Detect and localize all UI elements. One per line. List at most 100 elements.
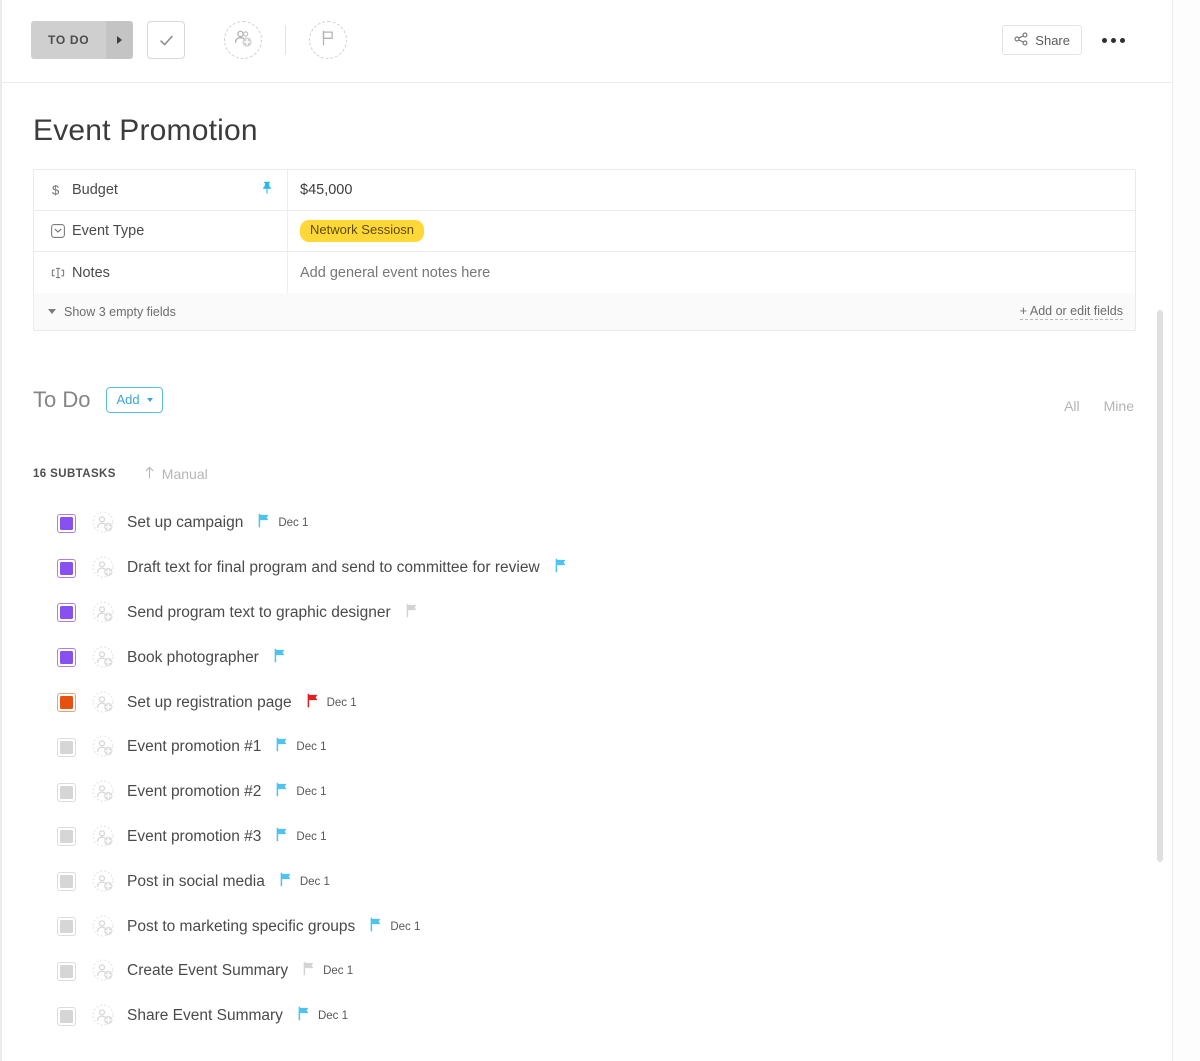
subtask-assignee-button[interactable] <box>92 691 116 715</box>
add-subtask-button[interactable]: Add <box>106 387 162 413</box>
subtask-status-box[interactable] <box>57 514 76 533</box>
caret-right-icon[interactable] <box>106 21 133 59</box>
subtask-name[interactable]: Draft text for final program and send to… <box>127 559 540 577</box>
flag-icon[interactable] <box>273 648 287 668</box>
pin-icon[interactable] <box>261 181 273 200</box>
subtask-assignee-button[interactable] <box>92 959 116 983</box>
flag-icon[interactable] <box>297 1006 311 1026</box>
todo-section-header: To Do Add <box>33 387 163 413</box>
subtask-due[interactable] <box>554 558 568 578</box>
flag-icon[interactable] <box>554 558 568 578</box>
subtask-row[interactable]: Book photographer <box>2 635 1172 680</box>
subtask-row[interactable]: Post to marketing specific groups Dec 1 <box>2 904 1172 949</box>
subtask-row[interactable]: Post in social media Dec 1 <box>2 859 1172 904</box>
subtask-status-box[interactable] <box>57 738 76 757</box>
flag-icon[interactable] <box>275 737 289 757</box>
flag-icon[interactable] <box>306 693 320 713</box>
vertical-scrollbar[interactable] <box>1157 310 1163 862</box>
subtask-status-box[interactable] <box>57 872 76 891</box>
status-fill <box>60 965 73 978</box>
subtask-assignee-button[interactable] <box>92 825 116 849</box>
subtask-name[interactable]: Share Event Summary <box>127 1007 283 1025</box>
subtask-name[interactable]: Set up registration page <box>127 694 292 712</box>
subtask-assignee-button[interactable] <box>92 511 116 535</box>
subtask-row[interactable]: Share Event Summary Dec 1 <box>2 994 1172 1039</box>
flag-icon[interactable] <box>275 782 289 802</box>
subtask-row[interactable]: Set up campaign Dec 1 <box>2 501 1172 546</box>
subtask-due[interactable]: Dec 1 <box>306 693 357 713</box>
status-dropdown[interactable]: TO DO <box>31 21 133 59</box>
sort-control[interactable]: Manual <box>144 466 208 482</box>
subtask-name[interactable]: Set up campaign <box>127 514 243 532</box>
custom-field-value[interactable]: Network Sessiosn <box>288 211 1135 251</box>
subtask-name[interactable]: Post to marketing specific groups <box>127 918 355 936</box>
subtask-assignee-button[interactable] <box>92 915 116 939</box>
subtask-assignee-button[interactable] <box>92 735 116 759</box>
custom-field-row[interactable]: Notes Add general event notes here <box>34 252 1135 293</box>
mark-complete-button[interactable] <box>147 21 185 59</box>
subtask-assignee-button[interactable] <box>92 870 116 894</box>
subtask-row[interactable]: Event promotion #1 Dec 1 <box>2 725 1172 770</box>
custom-field-row[interactable]: Event Type Network Sessiosn <box>34 211 1135 252</box>
subtask-status-box[interactable] <box>57 827 76 846</box>
custom-field-value[interactable]: Add general event notes here <box>288 252 1135 293</box>
header-left-controls: TO DO <box>31 21 347 59</box>
subtask-row[interactable]: Set up registration page Dec 1 <box>2 680 1172 725</box>
add-assignee-button[interactable] <box>224 21 262 59</box>
subtask-status-box[interactable] <box>57 603 76 622</box>
subtask-row[interactable]: Event promotion #3 Dec 1 <box>2 815 1172 860</box>
subtask-row[interactable]: Create Event Summary Dec 1 <box>2 949 1172 994</box>
subtask-name[interactable]: Book photographer <box>127 649 259 667</box>
subtask-due[interactable]: Dec 1 <box>275 827 326 847</box>
show-empty-fields-toggle[interactable]: Show 3 empty fields <box>48 305 176 319</box>
subtask-name[interactable]: Event promotion #1 <box>127 738 261 756</box>
scrollbar-thumb[interactable] <box>1157 310 1163 862</box>
subtask-status-box[interactable] <box>57 1007 76 1026</box>
subtask-due[interactable]: Dec 1 <box>302 961 353 981</box>
subtask-due[interactable] <box>273 648 287 668</box>
subtask-row[interactable]: Send program text to graphic designer <box>2 591 1172 636</box>
subtask-row[interactable]: Event promotion #2 Dec 1 <box>2 770 1172 815</box>
flag-icon[interactable] <box>275 827 289 847</box>
subtask-due[interactable]: Dec 1 <box>369 917 420 937</box>
subtask-status-box[interactable] <box>57 917 76 936</box>
add-or-edit-fields-button[interactable]: + Add or edit fields <box>1020 304 1123 320</box>
filter-tab-mine[interactable]: Mine <box>1104 398 1134 414</box>
add-assignee-icon <box>231 26 255 55</box>
subtask-status-box[interactable] <box>57 693 76 712</box>
subtask-status-box[interactable] <box>57 962 76 981</box>
filter-tab-all[interactable]: All <box>1064 398 1080 414</box>
subtask-due[interactable]: Dec 1 <box>297 1006 348 1026</box>
subtask-due[interactable]: Dec 1 <box>279 872 330 892</box>
share-button[interactable]: Share <box>1002 25 1082 55</box>
flag-icon[interactable] <box>302 961 316 981</box>
subtask-name[interactable]: Post in social media <box>127 873 265 891</box>
subtask-due[interactable]: Dec 1 <box>275 737 326 757</box>
more-options-button[interactable] <box>1100 32 1127 49</box>
subtask-assignee-button[interactable] <box>92 646 116 670</box>
subtask-name[interactable]: Event promotion #2 <box>127 783 261 801</box>
subtask-name[interactable]: Event promotion #3 <box>127 828 261 846</box>
subtask-status-box[interactable] <box>57 783 76 802</box>
subtask-assignee-button[interactable] <box>92 780 116 804</box>
subtask-due[interactable]: Dec 1 <box>275 782 326 802</box>
subtask-name[interactable]: Send program text to graphic designer <box>127 604 391 622</box>
subtask-assignee-button[interactable] <box>92 1004 116 1028</box>
flag-icon[interactable] <box>405 603 419 623</box>
subtask-name[interactable]: Create Event Summary <box>127 962 288 980</box>
custom-field-value[interactable]: $45,000 <box>288 170 1135 210</box>
flag-icon[interactable] <box>279 872 293 892</box>
flag-icon[interactable] <box>369 917 383 937</box>
share-label: Share <box>1035 33 1070 48</box>
subtask-status-box[interactable] <box>57 559 76 578</box>
set-priority-button[interactable] <box>309 21 347 59</box>
subtask-status-box[interactable] <box>57 648 76 667</box>
custom-field-row[interactable]: $ Budget $45,000 <box>34 170 1135 211</box>
subtask-row[interactable]: Draft text for final program and send to… <box>2 546 1172 591</box>
subtask-due-date: Dec 1 <box>296 741 326 753</box>
subtask-due[interactable] <box>405 603 419 623</box>
flag-icon[interactable] <box>257 513 271 533</box>
subtask-assignee-button[interactable] <box>92 601 116 625</box>
subtask-assignee-button[interactable] <box>92 556 116 580</box>
subtask-due[interactable]: Dec 1 <box>257 513 308 533</box>
